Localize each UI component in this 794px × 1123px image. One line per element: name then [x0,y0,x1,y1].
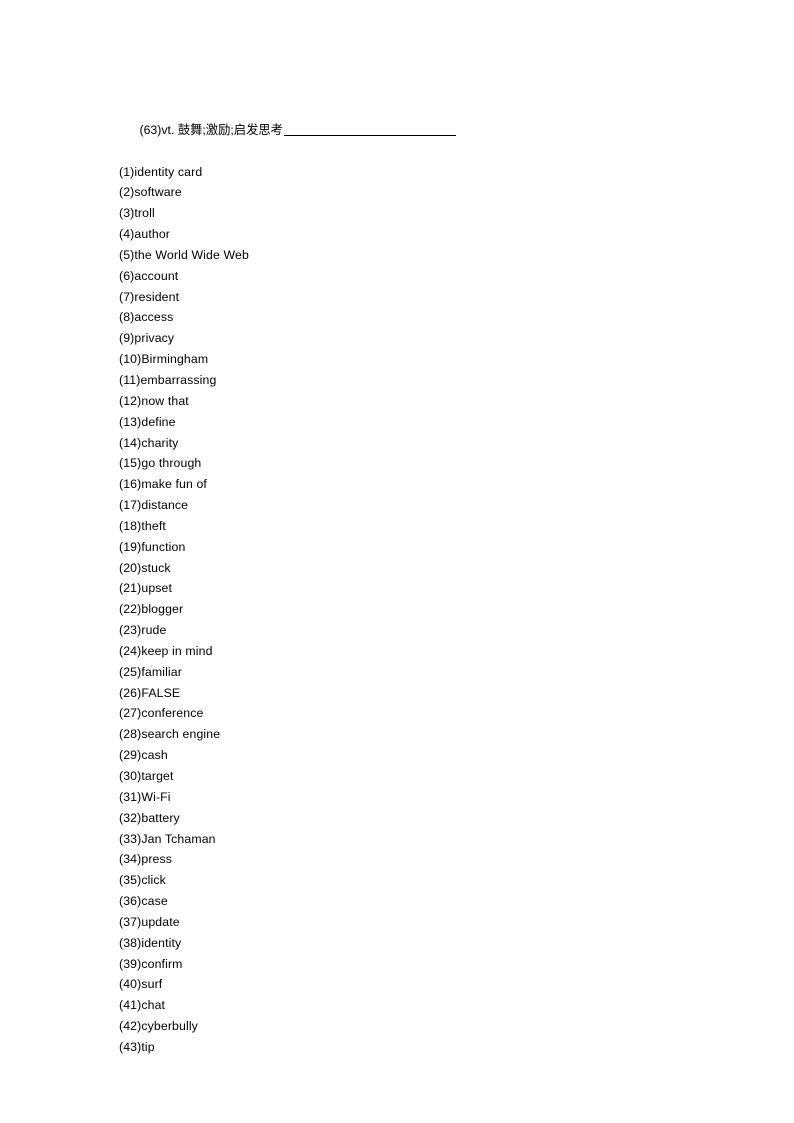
vocabulary-entry: (42)cyberbully [119,1019,198,1034]
vocabulary-entry: (40)surf [119,977,163,992]
vocabulary-entry: (22)blogger [119,602,184,617]
vocabulary-list: (63)vt. 鼓舞;激励;启发思考 (1)identity card (2)so… [119,99,679,1058]
vocabulary-entry: (35)click [119,873,166,888]
vocabulary-entry: (37)update [119,914,180,929]
vocabulary-entry: (33)Jan Tchaman [119,831,216,846]
answer-blank-rule [283,134,456,136]
vocabulary-entry: (14)charity [119,435,179,450]
heading-entry-63: (63)vt. 鼓舞;激励;启发思考 [119,99,679,162]
vocabulary-entry: (21)upset [119,581,173,596]
vocabulary-entry: (13)define [119,414,176,429]
vocabulary-entry: (34)press [119,852,173,867]
vocabulary-entry: (8)access [119,310,174,325]
vocabulary-entry: (25)familiar [119,664,182,679]
vocabulary-entry: (24)keep in mind [119,643,213,658]
vocabulary-entry: (27)conference [119,706,204,721]
vocabulary-entry: (11)embarrassing [119,372,217,387]
vocabulary-entry: (20)stuck [119,560,171,575]
vocabulary-entry: (2)software [119,185,182,200]
vocabulary-entry: (9)privacy [119,331,175,346]
vocabulary-entry: (15)go through [119,456,202,471]
vocabulary-entry: (18)theft [119,518,166,533]
heading-entry-63-text: (63)vt. 鼓舞;激励;启发思考 [139,122,283,137]
vocabulary-entry: (17)distance [119,498,189,513]
vocabulary-entry: (12)now that [119,393,189,408]
vocabulary-entry: (32)battery [119,810,180,825]
vocabulary-entry: (31)Wi-Fi [119,789,171,804]
vocabulary-entry: (5)the World Wide Web [119,247,249,262]
vocabulary-entry: (1)identity card [119,164,203,179]
vocabulary-entry-container: (1)identity card (2)software (3)troll (4)au… [119,162,679,1058]
vocabulary-entry: (41)chat [119,998,166,1013]
vocabulary-entry: (28)search engine [119,727,221,742]
vocabulary-entry: (19)function [119,539,186,554]
vocabulary-entry: (30)target [119,769,174,783]
vocabulary-entry: (23)rude [119,623,167,638]
vocabulary-entry: (4)author [119,227,171,242]
vocabulary-entry: (3)troll [119,206,155,221]
vocabulary-entry: (38)identity [119,935,182,950]
vocabulary-entry: (7)resident [119,289,180,304]
vocabulary-entry: (16)make fun of [119,477,207,492]
vocabulary-entry: (6)account [119,268,179,283]
vocabulary-entry: (43)tip [119,1039,155,1054]
vocabulary-entry: (26)FALSE [119,685,181,700]
vocabulary-entry: (36)case [119,894,168,909]
vocabulary-entry: (29)cash [119,748,168,763]
vocabulary-entry: (39)confirm [119,956,183,971]
vocabulary-entry: (10)Birmingham [119,352,209,367]
document-page: (63)vt. 鼓舞;激励;启发思考 (1)identity card (2)so… [0,0,794,1123]
